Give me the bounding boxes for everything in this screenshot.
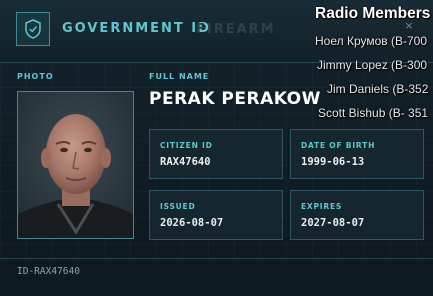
government-id-screen: GOVERNMENT ID FIREARM × PHOTO FULL NAME … <box>0 0 433 296</box>
footer-id-text: ID-RAX47640 <box>17 266 80 277</box>
photo-label: PHOTO <box>17 72 54 81</box>
date-of-birth-field: DATE OF BIRTH 1999-06-13 <box>290 129 424 179</box>
expires-value: 2027-08-07 <box>301 217 365 229</box>
tab-firearm[interactable]: FIREARM <box>196 22 276 37</box>
id-badge <box>16 12 50 46</box>
tab-government-id[interactable]: GOVERNMENT ID <box>62 21 211 36</box>
radio-member-item: Jim Daniels (B-352 <box>327 82 429 96</box>
radio-members-title: Radio Members <box>315 5 431 22</box>
issued-label: ISSUED <box>160 202 196 211</box>
portrait-image <box>18 92 133 238</box>
full-name-label: FULL NAME <box>149 72 210 81</box>
full-name-value: PERAK PERAKOW <box>149 89 321 109</box>
shield-check-icon <box>25 19 41 39</box>
expires-label: EXPIRES <box>301 202 343 211</box>
radio-member-item: Scott Bishub (B- 351 <box>318 106 429 120</box>
id-card-footer <box>0 258 433 296</box>
id-photo <box>17 91 134 239</box>
date-of-birth-value: 1999-06-13 <box>301 156 365 168</box>
citizen-id-label: CITIZEN ID <box>160 141 213 150</box>
citizen-id-value: RAX47640 <box>160 156 211 168</box>
radio-member-item: Jimmy Lopez (B-300 <box>317 58 428 72</box>
citizen-id-field: CITIZEN ID RAX47640 <box>149 129 283 179</box>
issued-value: 2026-08-07 <box>160 217 224 229</box>
issued-field: ISSUED 2026-08-07 <box>149 190 283 240</box>
date-of-birth-label: DATE OF BIRTH <box>301 141 376 150</box>
radio-member-item: Ноел Крумов (B-700 <box>315 34 427 48</box>
expires-field: EXPIRES 2027-08-07 <box>290 190 424 240</box>
